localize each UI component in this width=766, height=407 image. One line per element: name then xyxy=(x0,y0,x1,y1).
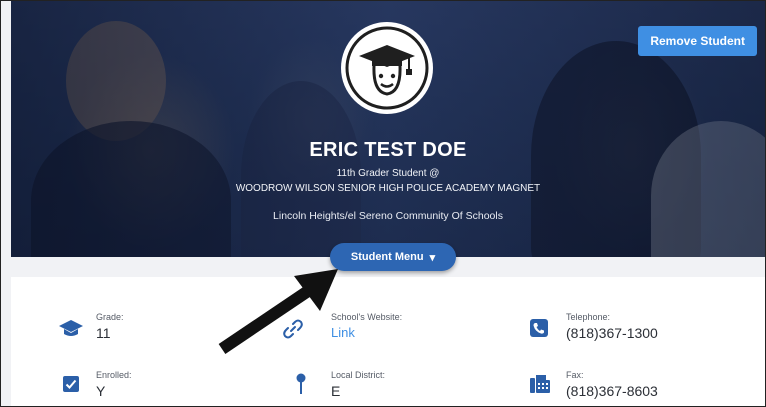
school-name: WOODROW WILSON SENIOR HIGH POLICE ACADEM… xyxy=(235,183,541,194)
fax-icon xyxy=(530,375,550,393)
telephone-info: Telephone: (818)367-1300 xyxy=(566,312,658,341)
community-of-schools: Lincoln Heights/el Sereno Community Of S… xyxy=(273,210,503,222)
student-menu-label: Student Menu xyxy=(350,251,424,263)
student-avatar xyxy=(341,22,433,114)
map-pin-icon xyxy=(296,373,306,394)
graduation-cap-icon xyxy=(59,320,83,336)
telephone-label: Telephone: xyxy=(566,312,611,322)
student-profile-frame: Remove Student ERIC TEST DOE 11th Grader… xyxy=(0,0,766,407)
annotation-arrow-icon xyxy=(218,269,338,354)
student-grade-line: 11th Grader Student @ xyxy=(336,168,440,179)
phone-icon xyxy=(530,319,548,337)
enrolled-value: Y xyxy=(96,383,106,399)
district-label: Local District: xyxy=(331,370,386,380)
grade-info: Grade: 11 xyxy=(96,312,124,341)
chevron-down-icon: ▾ xyxy=(429,251,436,264)
district-info: Local District: E xyxy=(331,370,385,399)
grade-value: 11 xyxy=(96,325,111,341)
fax-info: Fax: (818)367-8603 xyxy=(566,370,658,399)
remove-student-button[interactable]: Remove Student xyxy=(638,26,757,56)
enrolled-label: Enrolled: xyxy=(96,370,132,380)
student-name: ERIC TEST DOE xyxy=(309,139,467,161)
enrolled-info: Enrolled: Y xyxy=(96,370,132,399)
graduate-avatar-icon xyxy=(345,26,429,110)
grade-label: Grade: xyxy=(96,312,124,322)
telephone-value: (818)367-1300 xyxy=(566,325,658,341)
fax-value: (818)367-8603 xyxy=(566,383,658,399)
profile-hero-banner: Remove Student ERIC TEST DOE 11th Grader… xyxy=(11,1,765,257)
checkbox-icon xyxy=(63,376,79,392)
fax-label: Fax: xyxy=(566,370,584,380)
district-value: E xyxy=(331,383,341,399)
student-info-card: Grade: 11 Enrolled: Y School's Website: … xyxy=(11,277,765,406)
